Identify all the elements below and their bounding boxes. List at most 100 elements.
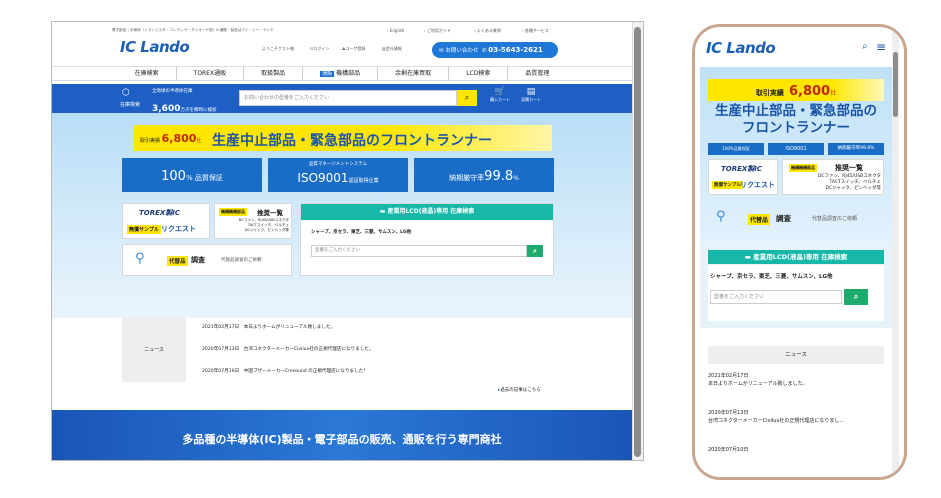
nav-item-mechanical[interactable]: 通販 機構部品 — [303, 67, 379, 80]
news-section: ニュース 2021年02月17日 本日よりホームがリニューアル致しました。 20… — [122, 318, 554, 382]
mobile-recommended-title: 推奨一覧 — [835, 164, 863, 172]
desktop-scrollbar-thumb[interactable] — [634, 27, 641, 457]
mobile-quality-badge: 100%品質保証 — [708, 143, 764, 155]
mobile-news-date: 2021年02月17日 — [708, 373, 749, 379]
english-link[interactable]: › English — [387, 28, 404, 33]
faq-link[interactable]: › よくある質問 — [474, 28, 501, 34]
mobile-torex-brand: TOREX製IC — [721, 165, 763, 173]
breadcrumb-text: 電子部品｜半導体（トランジスタ・コンデンサ・ダイオード他）IC通販・製品はアイ・… — [112, 28, 274, 32]
mobile-lcd-title: 産業用LCD(液晶)専用 在庫検索 — [753, 253, 848, 261]
purchase-cart-button[interactable]: 🛒 購入カート — [487, 87, 513, 111]
mobile-iso-badge: ISO9001 — [768, 143, 824, 155]
recommended-title: 推奨一覧 — [257, 209, 283, 217]
lcd-search-button[interactable]: ⌕ — [527, 245, 543, 257]
nav-label: TOREX通販 — [193, 70, 227, 77]
request-text: リクエスト — [161, 225, 196, 233]
iso-box: 品質マネージメントシステム ISO9001認証取得企業 — [268, 158, 408, 192]
showcase-stage: 電子部品｜半導体（トランジスタ・コンデンサ・ダイオード他）IC通販・製品はアイ・… — [0, 0, 941, 498]
mobile-record-label: 取引実績 — [755, 89, 784, 97]
phone-icon: ✆ — [480, 48, 487, 54]
nav-item-products[interactable]: 取扱製品 — [244, 67, 304, 80]
mobile-lcd-search-button[interactable]: ⌕ — [844, 289, 868, 305]
alternative-parts-card[interactable]: ⚲ 代替品 調査 代替品調査のご依頼 — [122, 244, 292, 276]
mobile-alternative-card[interactable]: ⚲ 代替品 調査 代替品調査のご依頼 — [708, 205, 884, 233]
mobile-mechanical-tag: 機構機構部品 — [789, 164, 817, 172]
mobile-news-label: ニュース — [708, 346, 884, 364]
mobile-news-item[interactable]: 2020年07月10日 — [708, 446, 748, 454]
quote-cart-button[interactable]: ▤ 見積カート — [518, 87, 544, 111]
nav-label: 取扱製品 — [261, 70, 286, 77]
iso-caption: 品質マネージメントシステム — [308, 162, 368, 167]
news-item[interactable]: 2020年07月13日 台湾コネクターメーカーCivilux社の正規代理店になり… — [202, 346, 374, 352]
free-sample-tag: 無償サンプル — [127, 225, 161, 234]
nav-label: LCD検索 — [466, 70, 491, 77]
delivery-text: 納期厳守率 — [449, 174, 485, 182]
lcd-search-input[interactable]: 型番をご入力ください — [311, 245, 527, 257]
mobile-news-text: 台湾コネクターメーカーCivilux社の正規代理店になりまし… — [708, 418, 845, 424]
nav-label: 在庫検索 — [134, 70, 159, 77]
mobile-lcd-header: ▬ 産業用LCD(液晶)専用 在庫検索 — [708, 250, 884, 264]
part-number-search-input[interactable]: お問い合わせの型番をご入力ください — [239, 90, 457, 106]
mobile-torex-card[interactable]: TOREX製IC 無償サンプル リクエスト — [708, 159, 778, 195]
phone-frame: IC Lando ⌕ ≡ 取引実績 6,800社 生産中止部品・緊急部品の フロン… — [692, 24, 907, 480]
search-button[interactable]: ⌕ — [457, 90, 477, 106]
login-link[interactable]: ⊡ログイン — [310, 46, 329, 52]
news-archive-label: 過去の記事はこちら — [500, 388, 541, 393]
hero-headline: 生産中止部品・緊急部品のフロントランナー — [212, 133, 492, 149]
services-link[interactable]: › 各種サービス — [522, 28, 549, 34]
mobile-request-text: リクエスト — [740, 181, 775, 189]
mobile-logo[interactable]: IC Lando — [706, 39, 776, 57]
mail-icon: ✉ — [439, 48, 444, 54]
lcd-search-panel: ▬ 産業用LCD(液晶)専用 在庫検索 シャープ、京セラ、東芝、三菱、サムスン、… — [300, 203, 554, 276]
hero-banner: 取引実績 6,800社 生産中止部品・緊急部品のフロントランナー — [134, 125, 552, 151]
mobile-alt-tag: 代替品 — [748, 214, 771, 225]
mobile-news-item[interactable]: 2021年02月17日 本日よりホームがリニューアル致しました。 — [708, 372, 808, 388]
welcome-text: ようこそゲスト様 — [262, 46, 294, 51]
mobile-news-item[interactable]: 2020年07月13日 台湾コネクターメーカーCivilux社の正規代理店になりま… — [708, 409, 844, 425]
mobile-lcd-makers: シャープ、京セラ、東芝、三菱、サムスン、LG他 — [710, 274, 833, 280]
record-badge: 取引実績 6,800社 — [140, 132, 201, 145]
recommended-parts-card[interactable]: 機構機構部品 推奨一覧 DCファン、RJ45/USBコネクタ TACTスイッチ、… — [214, 203, 292, 239]
guide-link[interactable]: › ご利用ガイド — [424, 28, 451, 34]
delivery-box: 納期厳守率99.8% — [414, 158, 554, 192]
alt-title: 調査 — [191, 256, 205, 264]
nav-item-torex[interactable]: TOREX通販 — [177, 67, 245, 80]
footer-banner: 多品種の半導体(IC)製品・電子部品の販売、通販を行う専門商社 — [52, 410, 632, 460]
mobile-news-date: 2020年07月10日 — [708, 447, 749, 453]
cart-icon: 🛒 — [494, 87, 506, 97]
mobile-hero: 取引実績 6,800社 生産中止部品・緊急部品の フロントランナー 100%品質保… — [700, 67, 892, 242]
nav-item-lcd[interactable]: LCD検索 — [449, 67, 509, 80]
lcd-search-header: ▬ 産業用LCD(液晶)専用 在庫検索 — [301, 204, 553, 220]
register-link[interactable]: ♟ユーザ登録 — [342, 46, 366, 52]
mobile-scrollbar-thumb[interactable] — [893, 52, 898, 117]
mobile-lcd-input[interactable]: 型番をご入力ください — [710, 290, 842, 304]
company-label: 会社情報 — [385, 46, 402, 51]
mobile-recommended-lines: DCファン、RJ45/USBコネクタ TACTスイッチ、ベルチェ DCジャック、… — [803, 174, 881, 192]
cube-icon: ⬡ — [122, 88, 130, 98]
site-logo[interactable]: IC Lando — [120, 38, 190, 56]
footer-tagline: 多品種の半導体(IC)製品・電子部品の販売、通販を行う専門商社 — [182, 433, 502, 446]
quote-cart-label: 見積カート — [521, 97, 541, 102]
mobile-alt-title: 調査 — [776, 214, 791, 223]
mobile-search-icon[interactable]: ⌕ — [862, 41, 868, 52]
nav-label: 機構部品 — [336, 70, 361, 77]
mobile-recommended-card[interactable]: 機構機構部品 推奨一覧 DCファン、RJ45/USBコネクタ TACTスイッチ、… — [782, 159, 884, 195]
news-archive-link[interactable]: ▸過去の記事はこちら — [498, 387, 541, 393]
login-label: ログイン — [313, 46, 330, 51]
news-item[interactable]: 2021年02月17日 本日よりホームがリニューアル致しました。 — [202, 324, 335, 330]
contact-button[interactable]: ✉ お問い合わせ ✆ 03-5643-2621 — [432, 42, 558, 58]
torex-sample-card[interactable]: TOREX製IC 無償サンプル リクエスト — [122, 203, 210, 239]
record-suffix: 社 — [196, 138, 202, 144]
nav-item-quality[interactable]: 品質管理 — [508, 67, 566, 80]
mobile-delivery-badge: 納期厳守率99.8% — [828, 143, 884, 155]
news-label: ニュース — [122, 318, 186, 382]
alt-desc: 代替品調査のご依頼 — [221, 258, 262, 263]
mobile-recommended-line: DCジャック、ピンヘッダ等 — [825, 186, 881, 191]
nav-item-stock[interactable]: 在庫検索 — [118, 67, 177, 80]
nav-item-surplus[interactable]: 余剰在庫買取 — [378, 67, 450, 80]
nav-badge: 通販 — [320, 71, 335, 77]
hero-section: 取引実績 6,800社 生産中止部品・緊急部品のフロントランナー 100% 品質… — [52, 113, 632, 318]
hamburger-menu-icon[interactable]: ≡ — [876, 40, 886, 54]
company-link[interactable]: ▥会社情報 — [382, 46, 402, 52]
news-item[interactable]: 2020年07月10日 中国ブザーメーカーCresound の正規代理店になりま… — [202, 368, 368, 374]
